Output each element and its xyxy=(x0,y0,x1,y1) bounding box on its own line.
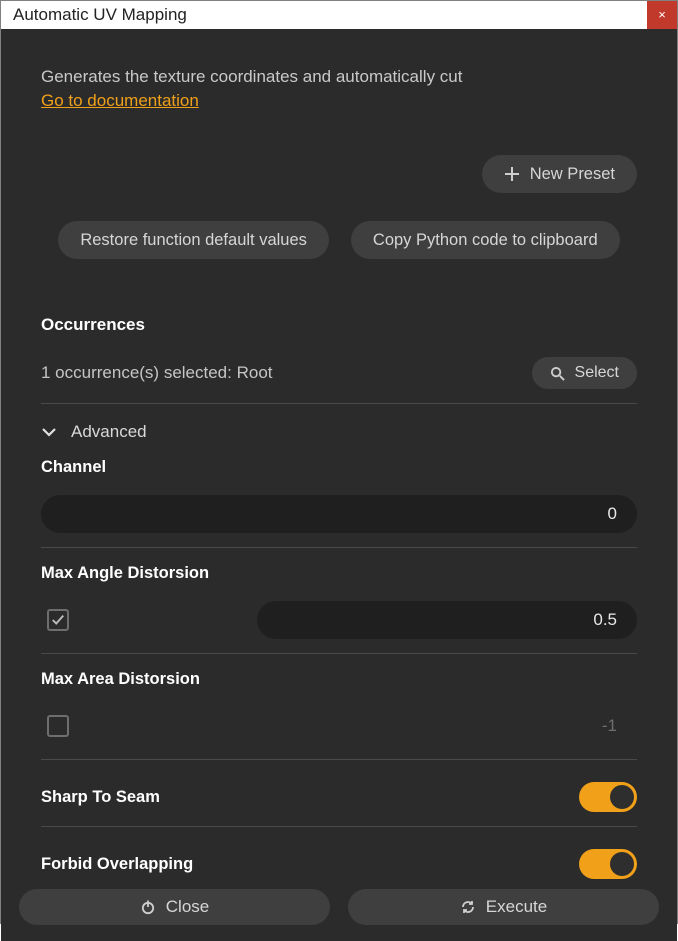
divider xyxy=(41,403,637,404)
forbid-overlapping-row: Forbid Overlapping xyxy=(41,849,637,879)
max-angle-distorsion-input[interactable] xyxy=(257,601,637,639)
execute-label: Execute xyxy=(486,897,547,917)
window-title: Automatic UV Mapping xyxy=(13,5,187,25)
restore-defaults-label: Restore function default values xyxy=(80,231,307,250)
forbid-overlapping-toggle[interactable] xyxy=(579,849,637,879)
refresh-icon xyxy=(460,899,476,915)
search-icon xyxy=(550,366,565,381)
max-area-distorsion-checkbox[interactable] xyxy=(47,715,69,737)
restore-defaults-button[interactable]: Restore function default values xyxy=(58,221,329,259)
divider xyxy=(41,759,637,760)
execute-button[interactable]: Execute xyxy=(348,889,659,925)
divider xyxy=(41,653,637,654)
dialog-body: Generates the texture coordinates and au… xyxy=(1,29,677,941)
forbid-overlapping-label: Forbid Overlapping xyxy=(41,855,193,874)
plus-icon xyxy=(504,166,520,182)
occurrences-heading: Occurrences xyxy=(41,315,637,335)
close-label: Close xyxy=(166,897,209,917)
channel-label: Channel xyxy=(41,458,637,477)
power-icon xyxy=(140,899,156,915)
max-angle-distorsion-row xyxy=(41,601,637,639)
max-angle-distorsion-checkbox[interactable] xyxy=(47,609,69,631)
max-angle-distorsion-label: Max Angle Distorsion xyxy=(41,564,637,583)
close-icon[interactable]: × xyxy=(647,1,677,29)
titlebar: Automatic UV Mapping × xyxy=(1,1,677,29)
occurrences-row: 1 occurrence(s) selected: Root Select xyxy=(41,357,637,389)
divider xyxy=(41,826,637,827)
copy-python-label: Copy Python code to clipboard xyxy=(373,231,598,250)
new-preset-label: New Preset xyxy=(530,165,615,184)
advanced-toggle[interactable]: Advanced xyxy=(41,422,637,442)
max-area-distorsion-input[interactable] xyxy=(257,707,637,745)
max-area-distorsion-row xyxy=(41,707,637,745)
dialog-scroll-area: Generates the texture coordinates and au… xyxy=(11,37,667,889)
sharp-to-seam-label: Sharp To Seam xyxy=(41,788,160,807)
documentation-link[interactable]: Go to documentation xyxy=(41,91,637,111)
sharp-to-seam-row: Sharp To Seam xyxy=(41,782,637,812)
max-area-distorsion-label: Max Area Distorsion xyxy=(41,670,637,689)
divider xyxy=(41,547,637,548)
channel-input[interactable] xyxy=(41,495,637,533)
occurrences-status: 1 occurrence(s) selected: Root xyxy=(41,363,273,383)
advanced-label: Advanced xyxy=(71,422,147,442)
action-row: Restore function default values Copy Pyt… xyxy=(41,221,637,259)
new-preset-button[interactable]: New Preset xyxy=(482,155,637,193)
select-button[interactable]: Select xyxy=(532,357,637,389)
close-button[interactable]: Close xyxy=(19,889,330,925)
dialog-footer: Close Execute xyxy=(11,889,667,929)
chevron-down-icon xyxy=(41,424,57,440)
description-text: Generates the texture coordinates and au… xyxy=(41,67,637,87)
sharp-to-seam-toggle[interactable] xyxy=(579,782,637,812)
select-label: Select xyxy=(575,364,619,382)
new-preset-row: New Preset xyxy=(41,155,637,193)
dialog-window: Automatic UV Mapping × Generates the tex… xyxy=(0,0,678,924)
copy-python-button[interactable]: Copy Python code to clipboard xyxy=(351,221,620,259)
